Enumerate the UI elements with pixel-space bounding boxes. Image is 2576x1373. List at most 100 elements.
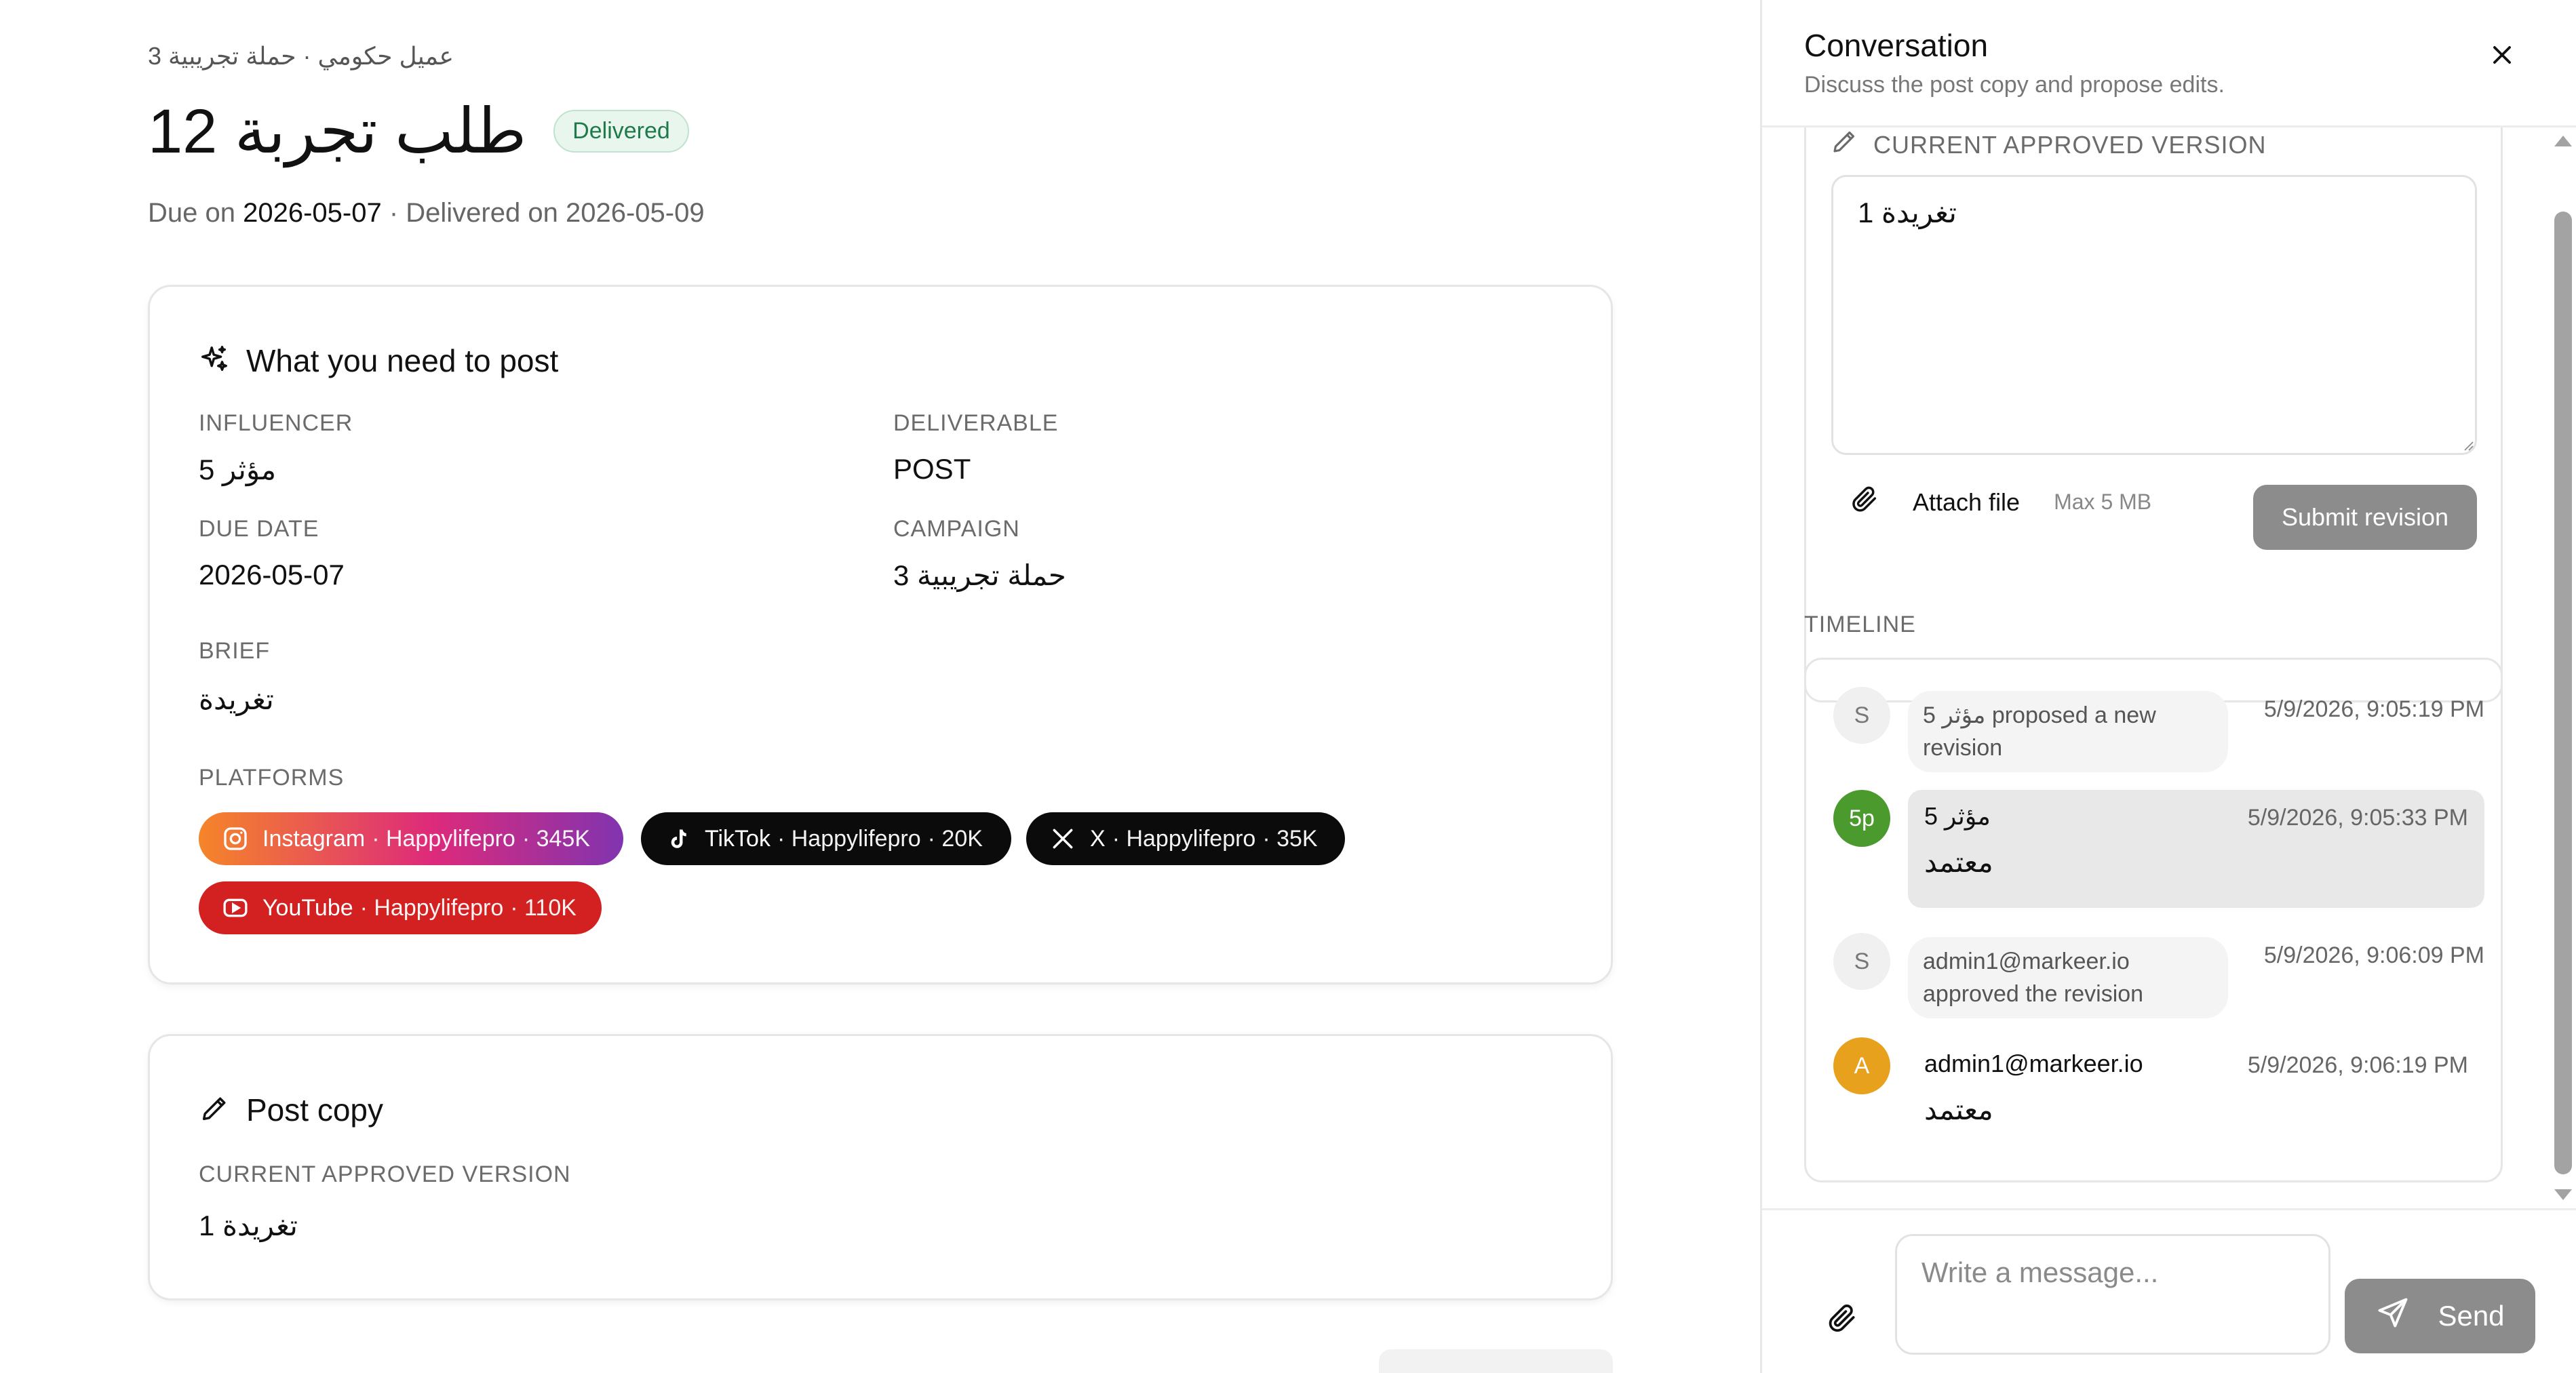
textarea-resize-handle[interactable]	[2461, 438, 2474, 452]
scroll-down-arrow-icon[interactable]	[2554, 1189, 2572, 1200]
close-icon	[2489, 42, 2515, 71]
instagram-icon	[220, 824, 250, 854]
delivered-prefix: · Delivered on	[389, 198, 558, 228]
status-badge: Delivered	[553, 110, 689, 153]
message-timestamp: 5/9/2026, 9:05:33 PM	[2247, 805, 2468, 831]
platform-pill-instagram[interactable]: Instagram · Happylifepro · 345K	[199, 812, 623, 865]
panel-scrollbar[interactable]	[2549, 127, 2576, 1208]
approved-version-value: تغريدة 1	[199, 1210, 298, 1241]
influencer-label: INFLUENCER	[199, 410, 353, 436]
platform-handle: · Happylifepro	[372, 825, 515, 852]
user-avatar: 5p	[1833, 790, 1890, 847]
timeline-message: 5p مؤثر 5 5/9/2026, 9:05:33 PM معتمد	[1833, 790, 2484, 908]
system-event-text: admin1@markeer.io approved the revision	[1908, 937, 2228, 1018]
pencil-icon	[199, 1093, 230, 1128]
post-requirements-card: What you need to post INFLUENCER مؤثر 5 …	[148, 285, 1613, 984]
post-requirements-header: What you need to post	[199, 342, 558, 379]
timeline-message: A admin1@markeer.io 5/9/2026, 9:06:19 PM…	[1833, 1037, 2484, 1155]
platform-handle: · Happylifepro	[1112, 825, 1256, 852]
deliverable-label: DELIVERABLE	[893, 410, 1059, 436]
brief-label: BRIEF	[199, 638, 271, 664]
event-timestamp: 5/9/2026, 9:05:19 PM	[2263, 696, 2484, 722]
main-content: عميل حكومي · حملة تجريبية 3 طلب تجربة 12…	[148, 0, 1613, 1373]
pencil-icon	[1830, 127, 1858, 162]
approved-version-label: CURRENT APPROVED VERSION	[199, 1161, 571, 1187]
delivered-date: 2026-05-09	[565, 198, 705, 228]
youtube-icon	[220, 893, 250, 923]
paperclip-icon	[1825, 1301, 1859, 1338]
title-row: طلب تجربة 12 Delivered	[148, 95, 689, 167]
platform-followers: · 20K	[927, 825, 983, 852]
platforms-label: PLATFORMS	[199, 765, 345, 791]
platform-pill-x[interactable]: X · Happylifepro · 35K	[1026, 812, 1345, 865]
platform-handle: · Happylifepro	[777, 825, 921, 852]
page-title: طلب تجربة 12	[148, 97, 527, 166]
editor-label: CURRENT APPROVED VERSION	[1830, 127, 2266, 162]
system-event-text: مؤثر 5 proposed a new revision	[1908, 691, 2228, 772]
campaign-label: CAMPAIGN	[893, 516, 1020, 542]
timeline-system-event: S مؤثر 5 proposed a new revision 5/9/202…	[1833, 687, 2484, 772]
attach-file-label: Attach file	[1913, 487, 2021, 516]
platform-followers: · 345K	[522, 825, 591, 852]
post-requirements-title: What you need to post	[246, 343, 559, 378]
scroll-up-arrow-icon[interactable]	[2554, 136, 2572, 146]
date-line: Due on 2026-05-07 · Delivered on 2026-05…	[148, 198, 705, 228]
attach-file-button[interactable]: Attach file	[1849, 483, 2020, 521]
platform-name: YouTube	[262, 894, 353, 921]
compose-divider	[1762, 1208, 2576, 1210]
due-prefix: Due on	[148, 198, 235, 228]
platform-name: X	[1090, 825, 1106, 852]
paperclip-icon	[1849, 483, 1880, 521]
scrollbar-thumb[interactable]	[2554, 212, 2572, 1174]
platform-name: Instagram	[262, 825, 366, 852]
brief-value: تغريدة	[199, 683, 274, 715]
platform-name: TikTok	[705, 825, 770, 852]
message-body: معتمد	[1924, 846, 1993, 878]
system-avatar: S	[1833, 933, 1890, 990]
send-button[interactable]: Send	[2345, 1279, 2535, 1353]
influencer-value: مؤثر 5	[199, 454, 277, 485]
editor-label-text: CURRENT APPROVED VERSION	[1873, 130, 2267, 159]
close-button[interactable]	[2485, 39, 2519, 73]
send-label: Send	[2438, 1300, 2505, 1332]
max-file-size: Max 5 MB	[2054, 490, 2152, 514]
event-timestamp: 5/9/2026, 9:06:09 PM	[2263, 942, 2484, 968]
platform-pill-tiktok[interactable]: TikTok · Happylifepro · 20K	[641, 812, 1011, 865]
submit-revision-button[interactable]: Submit revision	[2253, 485, 2477, 550]
compose-attach-button[interactable]	[1822, 1299, 1862, 1340]
timeline-label: TIMELINE	[1804, 612, 1916, 637]
send-icon	[2375, 1295, 2411, 1337]
platform-followers: · 35K	[1262, 825, 1318, 852]
message-bubble: مؤثر 5 5/9/2026, 9:05:33 PM معتمد	[1908, 790, 2484, 908]
deliverable-value: POST	[893, 453, 971, 485]
platform-handle: · Happylifepro	[359, 894, 504, 921]
panel-subtitle: Discuss the post copy and propose edits.	[1804, 72, 2225, 98]
user-avatar: A	[1833, 1037, 1890, 1094]
breadcrumb: عميل حكومي · حملة تجريبية 3	[148, 42, 454, 70]
campaign-value: حملة تجريبية 3	[893, 559, 1066, 591]
message-input[interactable]	[1895, 1234, 2330, 1355]
post-copy-title: Post copy	[246, 1092, 383, 1128]
timeline-system-event: S admin1@markeer.io approved the revisio…	[1833, 933, 2484, 1018]
post-copy-card: Post copy CURRENT APPROVED VERSION تغريد…	[148, 1034, 1613, 1300]
panel-scroll-area[interactable]: CURRENT APPROVED VERSION تغريدة 1 Attach…	[1762, 127, 2576, 1208]
due-date-label: DUE DATE	[199, 516, 319, 542]
panel-title: Conversation	[1804, 28, 1989, 63]
x-icon	[1048, 824, 1078, 854]
tiktok-icon	[663, 824, 692, 854]
due-date-value: 2026-05-07	[199, 559, 345, 591]
platform-pill-youtube[interactable]: YouTube · Happylifepro · 110K	[199, 881, 602, 934]
post-copy-header: Post copy	[199, 1092, 383, 1128]
revision-textarea[interactable]: تغريدة 1	[1831, 175, 2477, 455]
timeline-list: S مؤثر 5 proposed a new revision 5/9/202…	[1804, 658, 2503, 1182]
conversation-panel: Conversation Discuss the post copy and p…	[1760, 0, 2576, 1373]
message-bubble: admin1@markeer.io 5/9/2026, 9:06:19 PM م…	[1908, 1037, 2484, 1155]
platform-followers: · 110K	[510, 894, 577, 921]
message-body: معتمد	[1924, 1094, 1993, 1126]
partial-bottom-button[interactable]	[1379, 1349, 1613, 1373]
system-avatar: S	[1833, 687, 1890, 744]
sparkles-icon	[199, 344, 230, 378]
attach-row: Attach file Max 5 MB	[1849, 483, 2151, 521]
message-timestamp: 5/9/2026, 9:06:19 PM	[2247, 1052, 2468, 1078]
due-date: 2026-05-07	[243, 198, 382, 228]
